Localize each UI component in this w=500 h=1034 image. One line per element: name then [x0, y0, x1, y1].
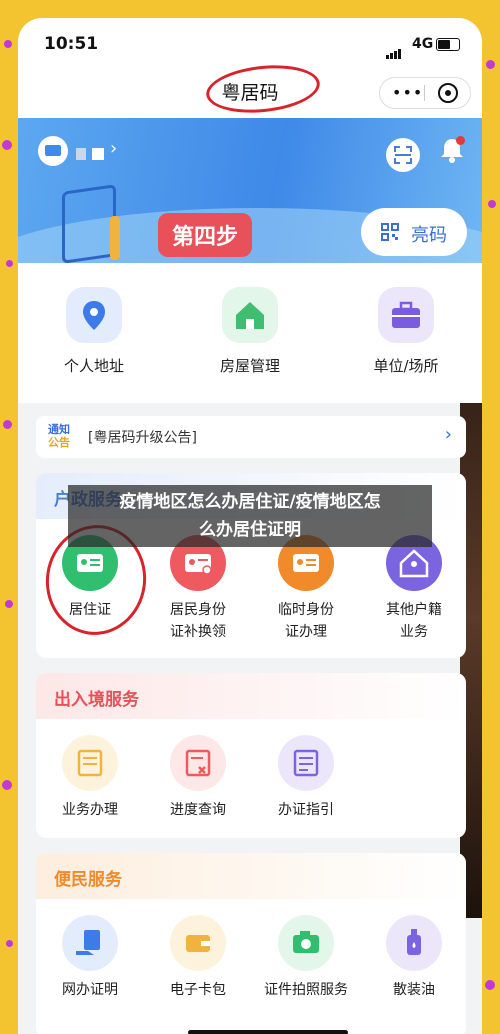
- signal-icon: [386, 40, 402, 59]
- notice-tag-bottom: 公告: [48, 436, 70, 449]
- entry-exit-card: 出入境服务 业务办理 进度查询 办证指引: [36, 673, 466, 838]
- show-code-button[interactable]: 亮码: [361, 208, 467, 256]
- briefcase-icon: [378, 287, 434, 343]
- service-label: 证件拍照服务: [264, 982, 348, 998]
- masked-name: [92, 148, 104, 160]
- service-label: 办证指引: [278, 802, 334, 818]
- service-online-cert[interactable]: 网办证明: [36, 915, 144, 1001]
- chevron-right-icon: ›: [444, 424, 452, 445]
- decor-dot: [6, 260, 13, 267]
- home-indicator: [188, 1030, 348, 1034]
- battery-icon: [436, 38, 460, 51]
- quick-action-address[interactable]: 个人地址: [34, 287, 154, 376]
- doc-x-icon: [170, 735, 226, 791]
- service-e-wallet[interactable]: 电子卡包: [144, 915, 252, 1001]
- decor-dot: [486, 60, 495, 69]
- service-photo[interactable]: 证件拍照服务: [252, 915, 360, 1001]
- quick-action-house[interactable]: 房屋管理: [190, 287, 310, 376]
- decor-dot: [488, 200, 496, 208]
- network-label: 4G: [412, 36, 434, 52]
- decor-dot: [485, 980, 495, 990]
- service-business[interactable]: 业务办理: [36, 735, 144, 821]
- qrcode-icon: [381, 223, 399, 246]
- person-illustration: [110, 216, 120, 260]
- service-label: 散装油: [393, 982, 435, 998]
- house-icon: [222, 287, 278, 343]
- card-header: 便民服务: [36, 853, 466, 899]
- more-icon[interactable]: •••: [392, 83, 423, 102]
- quick-action-label: 个人地址: [63, 357, 124, 375]
- service-label: 临时身份证办理: [278, 602, 334, 640]
- scan-icon[interactable]: [386, 138, 420, 172]
- decor-dot: [5, 600, 13, 608]
- notification-badge: [456, 136, 465, 145]
- service-bulk-oil[interactable]: 散装油: [360, 915, 466, 1001]
- step-badge: 第四步: [158, 213, 253, 257]
- notice-tag: 通知 公告: [48, 423, 76, 449]
- wallet-icon: [170, 915, 226, 971]
- oil-bottle-icon: [386, 915, 442, 971]
- service-guide[interactable]: 办证指引: [252, 735, 360, 821]
- notice-tag-top: 通知: [48, 423, 70, 436]
- camera-icon: [278, 915, 334, 971]
- service-label: 网办证明: [62, 982, 118, 998]
- mini-program-capsule: •••: [379, 77, 471, 109]
- building-illustration: [62, 184, 116, 263]
- nav-bar: 粤居码 •••: [18, 60, 482, 118]
- decor-dot: [2, 780, 12, 790]
- header-banner: › 第四步 亮码: [18, 118, 482, 263]
- notice-bar[interactable]: 通知 公告 [粤居码升级公告] ›: [36, 416, 466, 458]
- service-label: 电子卡包: [170, 982, 226, 998]
- service-other-household[interactable]: 其他户籍业务: [360, 535, 466, 643]
- convenience-card: 便民服务 网办证明 电子卡包 证件拍照服务 散装油: [36, 853, 466, 1034]
- notice-text: [粤居码升级公告]: [88, 430, 197, 446]
- show-code-label: 亮码: [411, 225, 447, 246]
- service-id-card-renewal[interactable]: 居民身份证补换领: [144, 535, 252, 643]
- inbox-icon: [62, 735, 118, 791]
- quick-action-label: 房屋管理: [219, 357, 280, 375]
- capsule-divider: [424, 85, 425, 101]
- section-title: 出入境服务: [54, 690, 139, 710]
- decor-dot: [6, 940, 13, 947]
- status-bar: 10:51 4G: [18, 18, 482, 70]
- masked-name: [76, 148, 86, 160]
- service-temp-id[interactable]: 临时身份证办理: [252, 535, 360, 643]
- card-header: 出入境服务: [36, 673, 466, 719]
- quick-action-label: 单位/场所: [373, 357, 439, 375]
- avatar[interactable]: [38, 136, 68, 166]
- section-title: 便民服务: [54, 870, 122, 890]
- chevron-right-icon[interactable]: ›: [110, 138, 117, 159]
- location-pin-icon: [66, 287, 122, 343]
- overlay-caption-line: 疫情地区怎么办居住证/疫情地区怎: [119, 492, 381, 512]
- decor-dot: [2, 140, 12, 150]
- hand-doc-icon: [62, 915, 118, 971]
- decor-dot: [4, 40, 12, 48]
- close-target-icon[interactable]: [438, 83, 458, 103]
- service-label: 业务办理: [62, 802, 118, 818]
- status-time: 10:51: [44, 34, 99, 54]
- doc-list-icon: [278, 735, 334, 791]
- overlay-caption: 疫情地区怎么办居住证/疫情地区怎 么办居住证明: [68, 485, 432, 547]
- service-label: 居民身份证补换领: [170, 602, 226, 640]
- service-progress[interactable]: 进度查询: [144, 735, 252, 821]
- service-label: 进度查询: [170, 802, 226, 818]
- overlay-caption-line: 么办居住证明: [199, 520, 301, 540]
- decor-dot: [3, 420, 12, 429]
- quick-actions: 个人地址 房屋管理 单位/场所: [18, 263, 482, 403]
- service-label: 其他户籍业务: [386, 602, 442, 640]
- quick-action-workplace[interactable]: 单位/场所: [346, 287, 466, 376]
